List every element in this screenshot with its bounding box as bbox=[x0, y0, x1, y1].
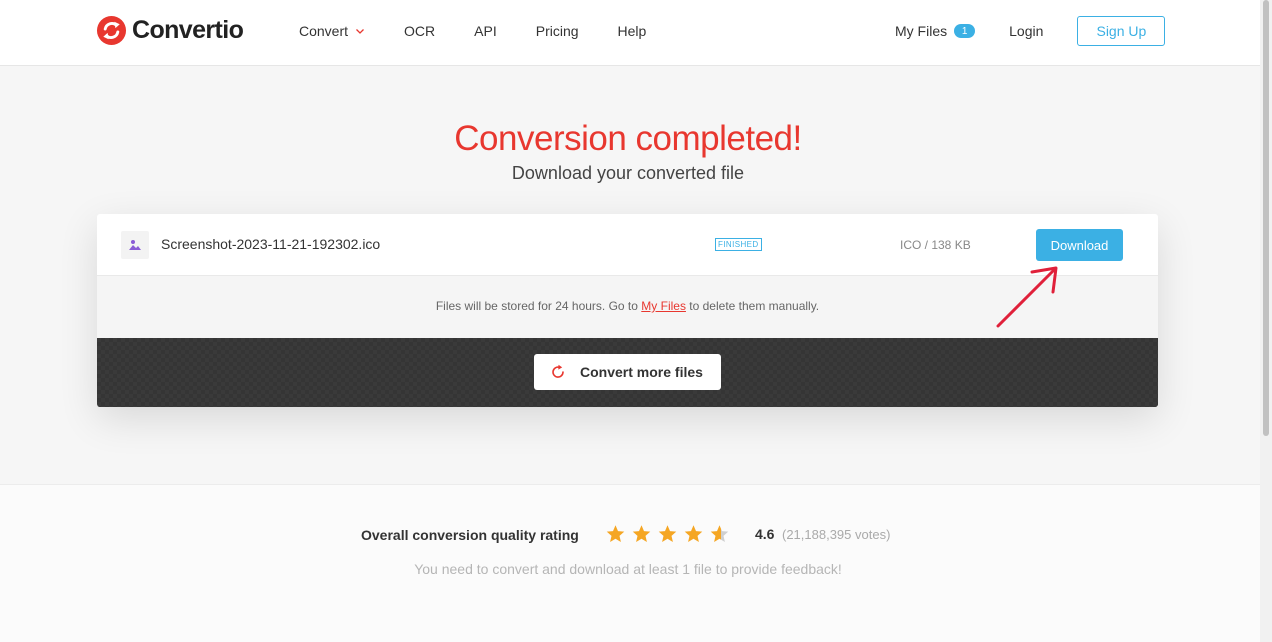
file-format-size: ICO / 138 KB bbox=[900, 238, 971, 252]
scrollbar-thumb[interactable] bbox=[1263, 0, 1269, 436]
my-files-inline-link[interactable]: My Files bbox=[641, 299, 686, 313]
my-files-count-badge: 1 bbox=[954, 24, 976, 38]
rating-label: Overall conversion quality rating bbox=[361, 527, 579, 543]
nav-convert-label: Convert bbox=[299, 23, 349, 39]
file-name: Screenshot-2023-11-21-192302.ico bbox=[161, 236, 381, 252]
rating-section: Overall conversion quality rating 4.6 (2… bbox=[0, 484, 1260, 642]
site-header: Convertio Convert OCR API Pricing Help M… bbox=[0, 0, 1260, 66]
star-half-icon[interactable] bbox=[709, 524, 730, 544]
rating-score: 4.6 bbox=[755, 526, 775, 542]
account-nav: My Files 1 Login Sign Up bbox=[895, 16, 1166, 46]
login-link[interactable]: Login bbox=[1009, 23, 1043, 39]
page-title: Conversion completed! bbox=[454, 119, 802, 158]
refresh-icon bbox=[552, 364, 564, 378]
my-files-label: My Files bbox=[895, 23, 948, 39]
annotation-arrow-icon bbox=[996, 266, 1058, 328]
main-nav: Convert OCR API Pricing Help bbox=[299, 22, 685, 40]
convert-more-label: Convert more files bbox=[580, 364, 703, 380]
convertio-logo-icon bbox=[96, 15, 127, 46]
convert-more-button[interactable]: Convert more files bbox=[534, 354, 721, 390]
rating-votes: (21,188,395 votes) bbox=[782, 527, 891, 542]
feedback-note: You need to convert and download at leas… bbox=[414, 561, 842, 577]
logo[interactable]: Convertio bbox=[96, 15, 244, 46]
nav-ocr[interactable]: OCR bbox=[404, 22, 435, 40]
status-badge: FINISHED bbox=[715, 238, 762, 251]
chevron-down-icon bbox=[356, 29, 364, 34]
logo-text: Convertio bbox=[132, 16, 244, 44]
signup-button[interactable]: Sign Up bbox=[1077, 16, 1166, 46]
storage-note-prefix: Files will be stored for 24 hours. Go to bbox=[435, 299, 642, 313]
nav-pricing[interactable]: Pricing bbox=[536, 22, 579, 40]
scrollbar[interactable] bbox=[1260, 0, 1272, 642]
nav-api[interactable]: API bbox=[474, 22, 497, 40]
image-file-icon bbox=[121, 231, 149, 259]
star-icon[interactable] bbox=[631, 524, 652, 544]
storage-note-suffix: to delete them manually. bbox=[685, 299, 820, 313]
star-icon[interactable] bbox=[657, 524, 678, 544]
nav-help[interactable]: Help bbox=[618, 22, 647, 40]
nav-convert[interactable]: Convert bbox=[299, 22, 365, 40]
star-icon[interactable] bbox=[683, 524, 704, 544]
my-files-link[interactable]: My Files 1 bbox=[895, 23, 976, 39]
rating-stars[interactable] bbox=[605, 524, 730, 544]
convert-more-bar: Convert more files bbox=[97, 338, 1158, 407]
page-subtitle: Download your converted file bbox=[511, 163, 745, 183]
star-icon[interactable] bbox=[605, 524, 626, 544]
